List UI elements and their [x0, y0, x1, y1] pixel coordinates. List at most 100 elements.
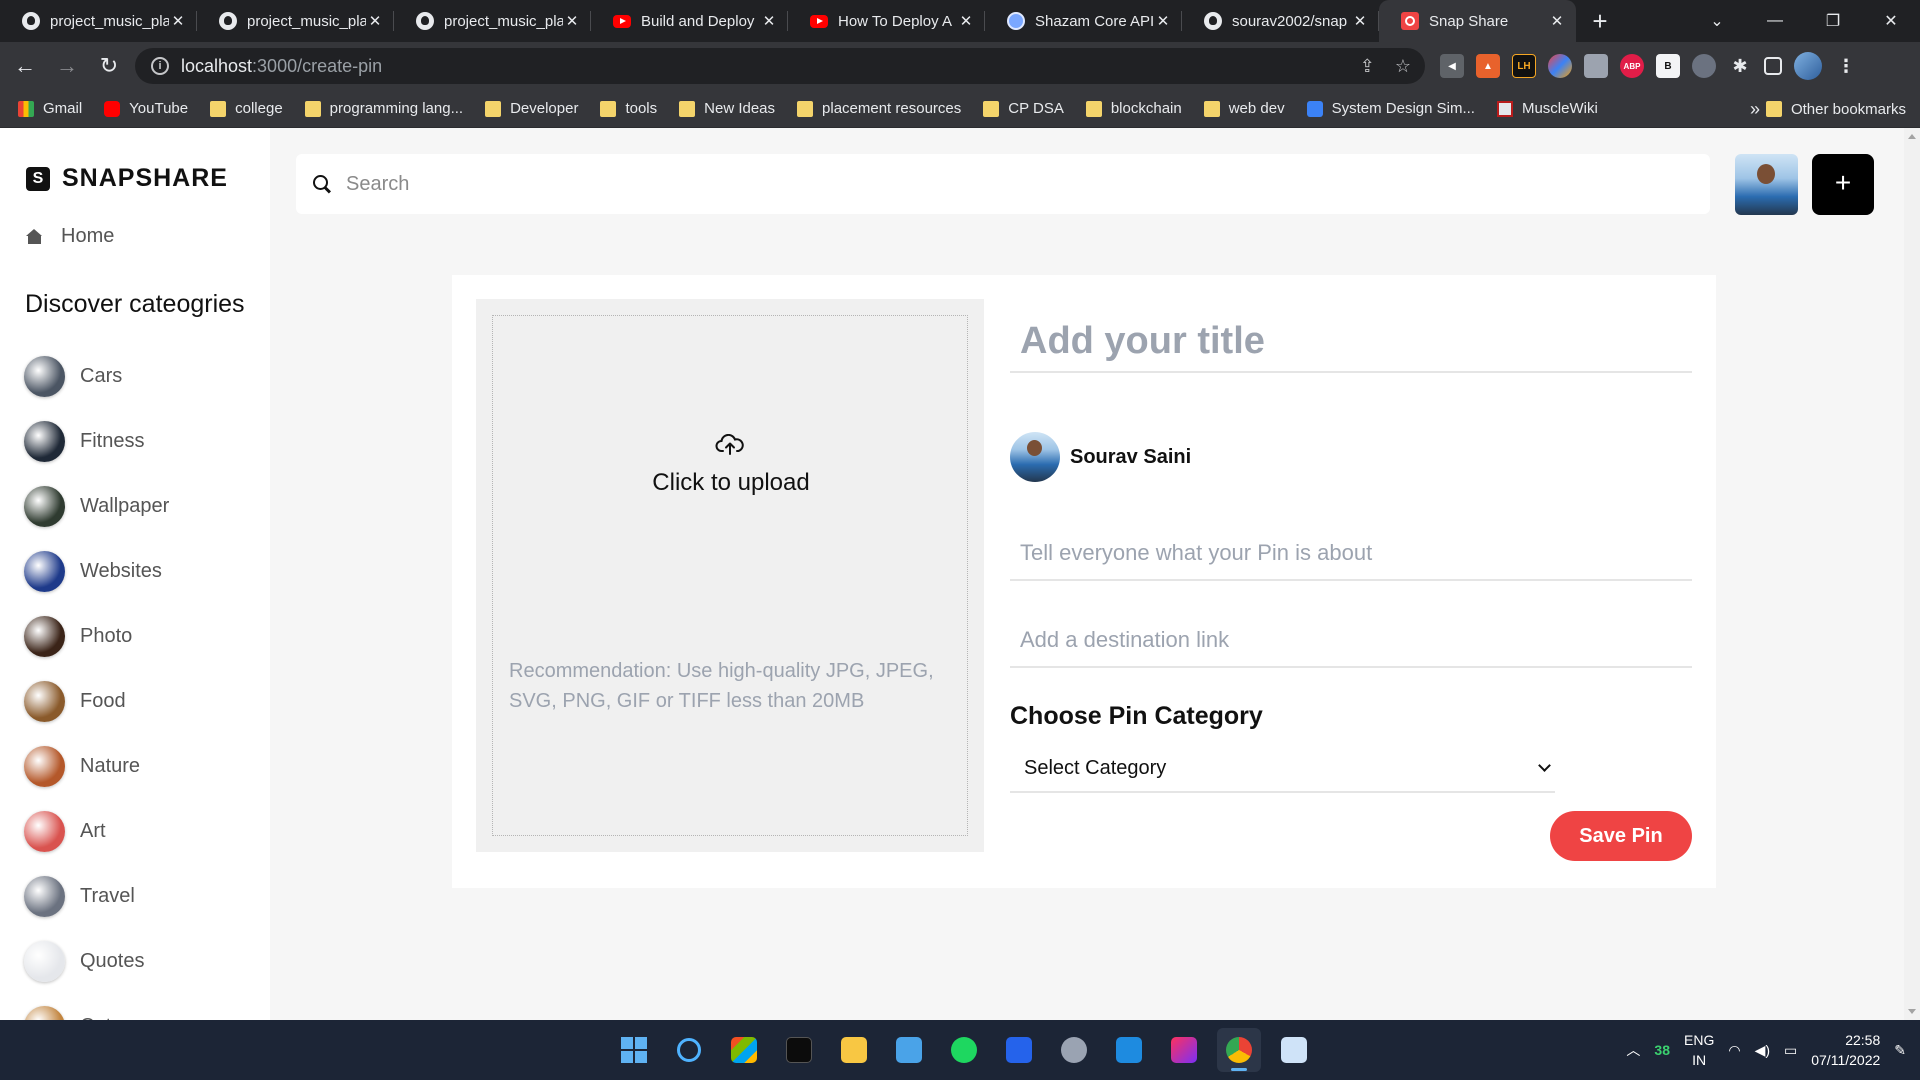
- vscode-icon[interactable]: [1107, 1028, 1151, 1072]
- address-bar[interactable]: i localhost:3000/create-pin ⇪ ☆: [135, 48, 1425, 84]
- bookmark-item[interactable]: placement resources: [797, 100, 961, 117]
- address-url[interactable]: localhost:3000/create-pin: [181, 56, 382, 77]
- browser-tab[interactable]: Shazam Core API ✕: [985, 0, 1182, 42]
- search-bar[interactable]: [296, 154, 1710, 214]
- sidebar-item-cats[interactable]: Cats: [24, 994, 169, 1020]
- page-scrollbar[interactable]: [1904, 128, 1920, 1020]
- adblock-extension-icon[interactable]: ABP: [1620, 54, 1644, 78]
- color-extension-icon[interactable]: [1548, 54, 1572, 78]
- owl-extension-icon[interactable]: [1692, 54, 1716, 78]
- close-icon[interactable]: ✕: [366, 12, 384, 30]
- sidebar-item-photo[interactable]: Photo: [24, 604, 169, 669]
- search-input[interactable]: [346, 172, 1646, 196]
- volume-icon[interactable]: ◀): [1755, 1042, 1770, 1059]
- lighthouse-extension-icon[interactable]: LH: [1512, 54, 1536, 78]
- new-tab-button[interactable]: +: [1580, 6, 1620, 37]
- close-icon[interactable]: ✕: [1351, 12, 1369, 30]
- sidebar-item-quotes[interactable]: Quotes: [24, 929, 169, 994]
- clock[interactable]: 22:58 07/11/2022: [1811, 1030, 1880, 1070]
- back-icon[interactable]: ←: [8, 53, 42, 79]
- whiteboard-icon[interactable]: [997, 1028, 1041, 1072]
- bookmarks-overflow-button[interactable]: »: [1750, 90, 1760, 128]
- upload-label[interactable]: Click to upload: [493, 469, 969, 497]
- close-icon[interactable]: ✕: [1548, 12, 1566, 30]
- bookmark-star-icon[interactable]: ☆: [1395, 56, 1411, 77]
- battery-icon[interactable]: ▭: [1784, 1042, 1797, 1059]
- notepad-icon[interactable]: [887, 1028, 931, 1072]
- close-icon[interactable]: ✕: [563, 12, 581, 30]
- sidebar-item-art[interactable]: Art: [24, 799, 169, 864]
- bookmark-item[interactable]: Developer: [485, 100, 578, 117]
- browser-tab[interactable]: project_music_pla ✕: [197, 0, 394, 42]
- settings-icon[interactable]: [1052, 1028, 1096, 1072]
- browser-tab[interactable]: Build and Deploy ✕: [591, 0, 788, 42]
- create-pin-button[interactable]: +: [1812, 154, 1874, 215]
- file-explorer-icon[interactable]: [832, 1028, 876, 1072]
- about-input[interactable]: [1010, 527, 1692, 581]
- browser-tab[interactable]: Snap Share ✕: [1379, 0, 1576, 42]
- share-icon[interactable]: ⇪: [1360, 56, 1375, 77]
- tab-search-icon[interactable]: ⌄: [1688, 11, 1746, 31]
- reload-icon[interactable]: ↻: [92, 53, 126, 79]
- profile-avatar[interactable]: [1794, 52, 1822, 80]
- bookmark-item[interactable]: New Ideas: [679, 100, 775, 117]
- category-select[interactable]: Select Category: [1010, 745, 1555, 793]
- forward-icon[interactable]: →: [50, 53, 84, 79]
- browser-tab[interactable]: project_music_pla ✕: [394, 0, 591, 42]
- close-icon[interactable]: ✕: [760, 12, 778, 30]
- b-extension-icon[interactable]: B: [1656, 54, 1680, 78]
- bookmark-item[interactable]: tools: [600, 100, 657, 117]
- bookmark-item[interactable]: programming lang...: [304, 100, 463, 117]
- bookmark-item[interactable]: college: [210, 100, 283, 117]
- cortana-icon[interactable]: [667, 1028, 711, 1072]
- sidebar-item-home[interactable]: Home: [26, 225, 114, 248]
- sidebar-item-cars[interactable]: Cars: [24, 344, 169, 409]
- save-pin-button[interactable]: Save Pin: [1550, 811, 1692, 861]
- sidebar-item-travel[interactable]: Travel: [24, 864, 169, 929]
- language-indicator[interactable]: ENG IN: [1684, 1030, 1714, 1070]
- spotify-icon[interactable]: [942, 1028, 986, 1072]
- close-icon[interactable]: ✕: [957, 12, 975, 30]
- show-hidden-icons-icon[interactable]: ︿: [1626, 1040, 1640, 1060]
- browser-tab[interactable]: project_music_pla ✕: [0, 0, 197, 42]
- bookmark-item[interactable]: CP DSA: [983, 100, 1064, 117]
- bookmark-item[interactable]: Gmail: [18, 100, 82, 117]
- close-icon[interactable]: ✕: [1154, 12, 1172, 30]
- sidebar-item-websites[interactable]: Websites: [24, 539, 169, 604]
- intellij-icon[interactable]: [1162, 1028, 1206, 1072]
- terminal-icon[interactable]: [777, 1028, 821, 1072]
- user-avatar[interactable]: [1735, 154, 1798, 215]
- photos-icon[interactable]: [1272, 1028, 1316, 1072]
- sidebar-item-nature[interactable]: Nature: [24, 734, 169, 799]
- minimize-icon[interactable]: —: [1746, 12, 1804, 30]
- sidebar-item-food[interactable]: Food: [24, 669, 169, 734]
- bookmark-item[interactable]: System Design Sim...: [1306, 100, 1475, 117]
- site-info-icon[interactable]: i: [151, 57, 169, 75]
- upload-dropzone[interactable]: Click to upload Recommendation: Use high…: [492, 315, 968, 836]
- close-icon[interactable]: ✕: [169, 12, 187, 30]
- audio-extension-icon[interactable]: ◀: [1440, 54, 1464, 78]
- side-panel-icon[interactable]: [1764, 57, 1782, 75]
- chrome-menu-icon[interactable]: ⋮: [1834, 54, 1858, 78]
- title-input[interactable]: [1010, 311, 1692, 373]
- bookmark-item[interactable]: web dev: [1203, 100, 1285, 117]
- grey-extension-icon[interactable]: [1584, 54, 1608, 78]
- store-icon[interactable]: [722, 1028, 766, 1072]
- notifications-icon[interactable]: ✎: [1894, 1042, 1906, 1059]
- tray-badge[interactable]: 38: [1654, 1042, 1670, 1058]
- restore-icon[interactable]: ❐: [1804, 11, 1862, 31]
- scroll-down-icon[interactable]: [1908, 1009, 1916, 1014]
- sidebar-item-wallpaper[interactable]: Wallpaper: [24, 474, 169, 539]
- castle-extension-icon[interactable]: ▲: [1476, 54, 1500, 78]
- windows-start-icon[interactable]: [612, 1028, 656, 1072]
- sidebar-item-fitness[interactable]: Fitness: [24, 409, 169, 474]
- other-bookmarks[interactable]: Other bookmarks: [1765, 90, 1906, 128]
- extensions-puzzle-icon[interactable]: ✱: [1728, 54, 1752, 78]
- chrome-icon[interactable]: [1217, 1028, 1261, 1072]
- bookmark-item[interactable]: YouTube: [104, 100, 188, 117]
- image-upload-area[interactable]: Click to upload Recommendation: Use high…: [476, 299, 984, 852]
- bookmark-item[interactable]: MuscleWiki: [1496, 100, 1598, 117]
- bookmark-item[interactable]: blockchain: [1085, 100, 1182, 117]
- destination-link-input[interactable]: [1010, 614, 1692, 668]
- wifi-icon[interactable]: ◠: [1728, 1042, 1740, 1059]
